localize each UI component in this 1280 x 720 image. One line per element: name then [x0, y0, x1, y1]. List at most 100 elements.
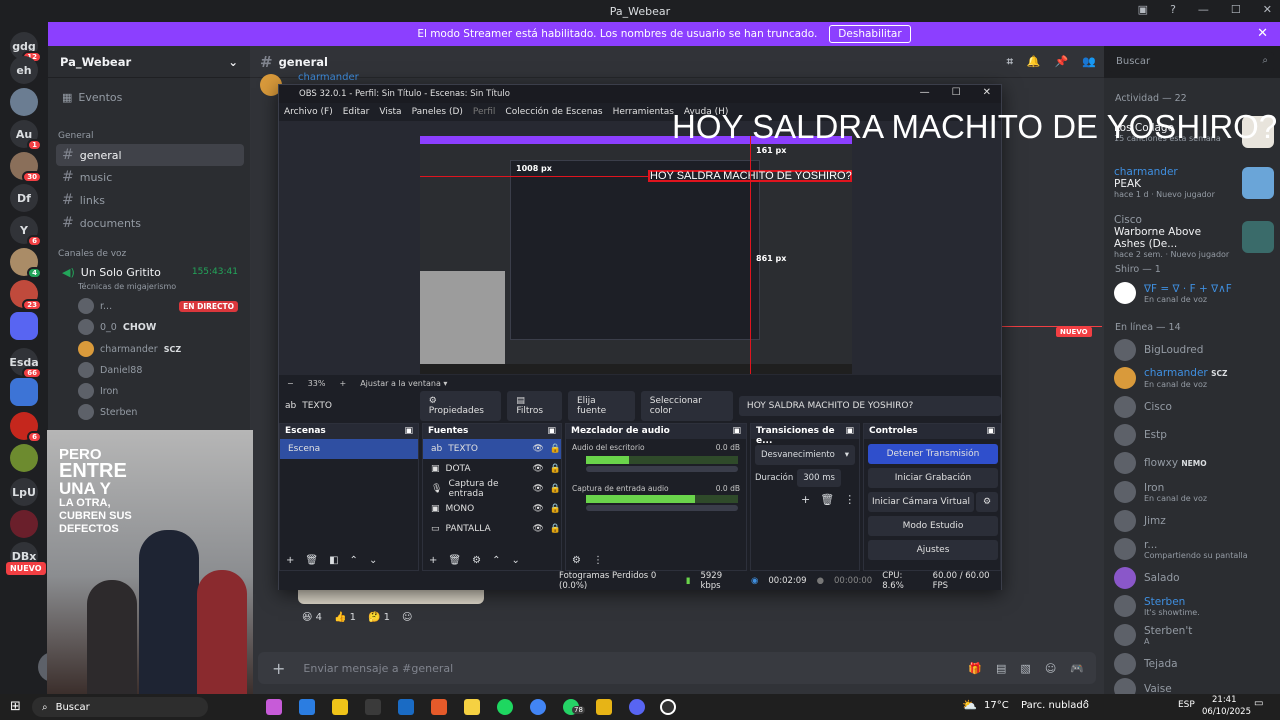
channel-links[interactable]: # links [56, 189, 244, 211]
server-icon[interactable]: eh [10, 56, 38, 84]
server-icon[interactable] [10, 88, 38, 116]
server-icon[interactable]: 30 [10, 152, 42, 183]
trash-icon[interactable]: 🗑 [448, 555, 461, 566]
filters-button[interactable]: ▤ Filtros [507, 391, 562, 421]
banner-close-icon[interactable]: ✕ [1257, 26, 1268, 41]
member-item[interactable]: Sterben't A [1114, 624, 1274, 646]
select-color-button[interactable]: Seleccionar color [640, 391, 733, 421]
chrome-icon[interactable] [530, 699, 546, 715]
voice-user[interactable]: Daniel88 [78, 361, 142, 379]
server-icon[interactable]: 23 [10, 280, 42, 311]
store-icon[interactable] [365, 699, 381, 715]
channel-general[interactable]: # general [56, 144, 244, 166]
windows-start-icon[interactable]: ⊞ [10, 699, 21, 714]
members-icon[interactable]: 👥 [1082, 55, 1096, 69]
disable-streamer-button[interactable]: Deshabilitar [829, 25, 911, 43]
events-link[interactable]: ▦ Eventos [56, 86, 244, 108]
pin-icon[interactable]: 📌 [1055, 55, 1069, 69]
spotify-icon[interactable] [497, 699, 513, 715]
text-value-input[interactable]: HOY SALDRA MACHITO DE YOSHIRO? [738, 396, 1002, 416]
maximize-icon[interactable]: ☐ [952, 87, 961, 98]
down-icon[interactable]: ⌄ [369, 555, 377, 566]
menu-item[interactable]: Vista [379, 107, 401, 117]
server-icon[interactable]: LpU [10, 478, 38, 506]
member-item[interactable]: Salado [1114, 567, 1274, 589]
obs-icon[interactable] [660, 699, 676, 715]
volume-slider[interactable] [586, 505, 738, 511]
category-general[interactable]: General [58, 131, 93, 141]
copilot-icon[interactable] [266, 699, 282, 715]
dock-settings-icon[interactable]: ▣ [404, 426, 413, 437]
member-item[interactable]: charmander SCZ En canal de voz [1114, 367, 1274, 389]
server-icon[interactable] [10, 510, 38, 538]
scene-item[interactable]: Escena [280, 439, 418, 459]
menu-item[interactable]: Herramientas [613, 107, 674, 117]
guild-header[interactable]: Pa_Webear ⌄ [48, 46, 250, 78]
taskbar-search[interactable]: ⌕ Buscar [32, 697, 208, 717]
stop-stream-button[interactable]: Detener Transmisión [868, 444, 998, 464]
source-item[interactable]: ▭ PANTALLA 👁 🔒 [423, 519, 561, 539]
add-icon[interactable]: + [429, 555, 437, 566]
add-reaction-icon[interactable]: ☺ [402, 612, 412, 623]
voice-user[interactable]: 0_0 CHOW [78, 318, 156, 336]
fit-window-select[interactable]: Ajustar a la ventana ▾ [360, 379, 447, 388]
voice-user[interactable]: Sterben [78, 403, 137, 421]
activity-item[interactable]: Cisco Warborne Above Ashes (De... hace 2 s… [1114, 214, 1274, 259]
category-voice[interactable]: Canales de voz [58, 249, 126, 259]
gear-icon[interactable]: ⚙ [976, 492, 998, 512]
studio-mode-button[interactable]: Modo Estudio [868, 516, 998, 536]
clock-time[interactable]: 21:41 [1212, 695, 1237, 705]
start-virtual-camera-button[interactable]: Iniciar Cámara Virtual [868, 492, 974, 512]
app-icon[interactable] [596, 699, 612, 715]
member-item[interactable]: Estp [1114, 424, 1274, 446]
outlook-icon[interactable] [398, 699, 414, 715]
reaction[interactable]: 🤔 1 [368, 612, 390, 623]
lock-icon[interactable]: 🔒 [550, 464, 561, 474]
minimize-icon[interactable]: — [920, 87, 930, 98]
member-item[interactable]: flowxy NEMO [1114, 452, 1274, 474]
menu-item[interactable]: Paneles (D) [412, 107, 463, 117]
gift-icon[interactable]: 🎁 [968, 662, 982, 675]
source-item[interactable]: ab TEXTO 👁 🔒 [423, 439, 561, 459]
inbox-icon[interactable]: ▣ [1138, 3, 1148, 16]
menu-item[interactable]: Archivo (F) [284, 107, 333, 117]
weather-desc[interactable]: Parc. nublado [1021, 700, 1089, 711]
transition-select[interactable]: Desvanecimiento ▾ [755, 445, 855, 465]
add-attachment-icon[interactable]: + [272, 659, 285, 678]
server-icon[interactable]: Y6 [10, 216, 42, 247]
member-item[interactable]: Cisco [1114, 396, 1274, 418]
close-icon[interactable]: ✕ [983, 87, 991, 98]
file-explorer-icon[interactable] [332, 699, 348, 715]
dock-settings-icon[interactable]: ▣ [547, 426, 556, 437]
source-item[interactable]: ▣ MONO 👁 🔒 [423, 499, 561, 519]
properties-button[interactable]: ⚙ Propiedades [419, 391, 502, 421]
zoom-in-button[interactable]: + [339, 379, 346, 388]
menu-item[interactable]: Colección de Escenas [505, 107, 602, 117]
trash-icon[interactable]: 🗑 [305, 555, 318, 566]
obs-preview[interactable]: HOY SALDRA MACHITO DE YOSHIRO? 1008 px 1… [279, 121, 1001, 375]
up-icon[interactable]: ⌃ [492, 555, 500, 566]
member-item[interactable]: Tejada [1114, 653, 1274, 675]
notifications-icon[interactable]: ▭ [1254, 698, 1263, 709]
dock-settings-icon[interactable]: ▣ [986, 426, 995, 437]
member-item[interactable]: Jimz [1114, 510, 1274, 532]
threads-icon[interactable]: ⌗ [1007, 55, 1013, 69]
zoom-out-button[interactable]: − [287, 379, 294, 388]
filter-icon[interactable]: ◧ [329, 555, 338, 566]
help-icon[interactable]: ? [1170, 3, 1176, 16]
member-item[interactable]: Iron En canal de voz [1114, 481, 1274, 503]
apps-icon[interactable]: 🎮 [1070, 662, 1084, 675]
member-item[interactable]: ∇F = ∇ · F + ∇∧F En canal de voz [1114, 282, 1274, 304]
member-item[interactable]: r... Compartiendo su pantalla [1114, 538, 1274, 560]
menu-icon[interactable]: ⋮ [844, 493, 855, 506]
folder-icon[interactable] [10, 312, 38, 340]
server-icon[interactable]: Esda 66 [9, 348, 42, 379]
choose-font-button[interactable]: Elija fuente [567, 391, 635, 421]
voice-user[interactable]: charmander SCZ [78, 340, 181, 358]
server-icon[interactable]: Df [10, 184, 38, 212]
menu-item[interactable]: Editar [343, 107, 370, 117]
lock-icon[interactable]: 🔒 [550, 524, 561, 534]
server-icon[interactable]: 4 [10, 248, 42, 279]
trash-icon[interactable]: 🗑 [820, 493, 834, 506]
settings-button[interactable]: Ajustes [868, 540, 998, 560]
